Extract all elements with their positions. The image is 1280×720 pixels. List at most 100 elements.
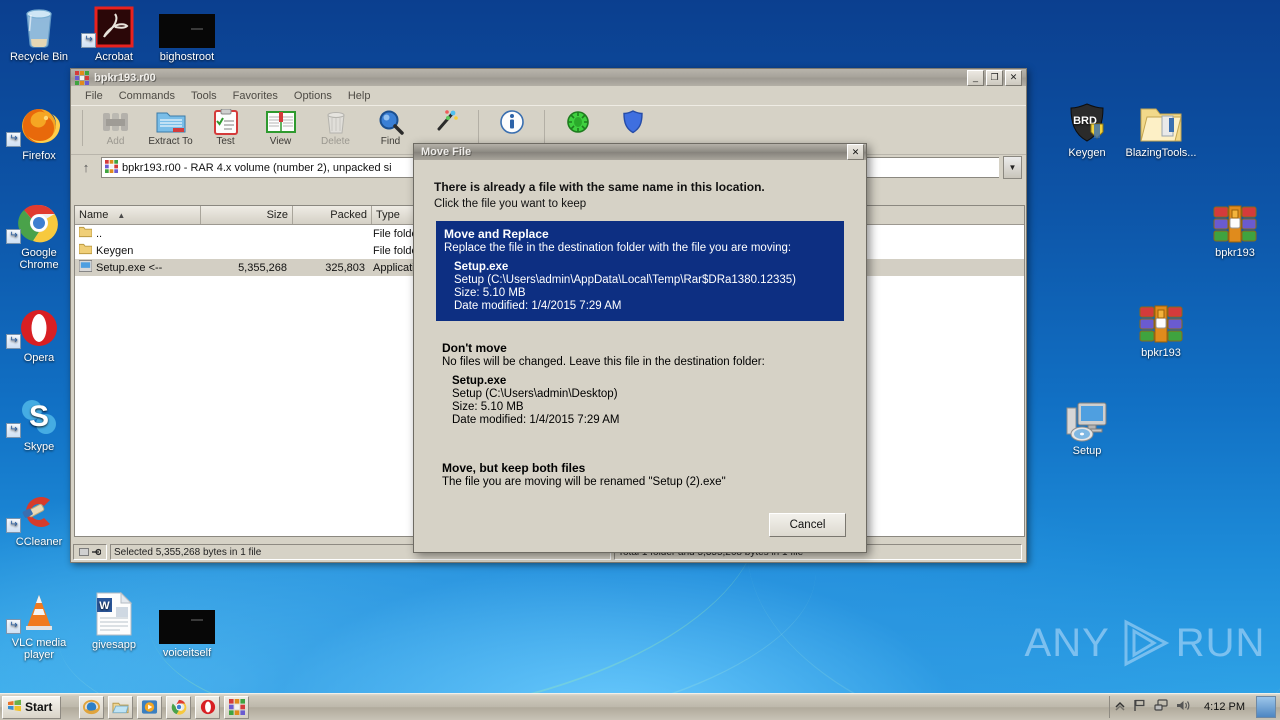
start-button[interactable]: Start	[2, 695, 62, 719]
info-icon	[484, 108, 539, 136]
test-archive-icon	[198, 108, 253, 136]
toolbar-button-protect[interactable]	[605, 106, 660, 136]
option-file-path: Setup (C:\Users\admin\Desktop)	[452, 388, 618, 400]
taskbar-media-player-icon[interactable]	[137, 695, 163, 719]
desktop-icon-givesapp[interactable]: W givesapp	[77, 592, 151, 651]
desktop-icon-label: Setup	[1072, 445, 1102, 457]
desktop-icon-label: Google Chrome	[19, 247, 59, 271]
toolbar-button-add[interactable]: Add	[88, 106, 143, 147]
watermark-right-text: RUN	[1175, 620, 1266, 665]
menu-item-tools[interactable]: Tools	[183, 88, 225, 104]
show-desktop-button[interactable]	[1256, 696, 1276, 718]
shortcut-overlay-icon	[6, 619, 21, 634]
keygen-badge-icon: BRD	[1050, 100, 1124, 144]
desktop-icon-bighostroot[interactable]: bighostroot	[150, 4, 224, 63]
show-hidden-icons-arrow[interactable]	[1114, 700, 1126, 715]
taskbar-windows-explorer-icon[interactable]	[108, 695, 134, 719]
toolbar-label: Add	[106, 136, 125, 147]
desktop-icon-label: VLC media player	[11, 637, 67, 661]
desktop-icon-firefox[interactable]: Firefox	[2, 103, 76, 162]
desktop-icon-recycle-bin[interactable]: Recycle Bin	[2, 4, 76, 63]
menu-item-help[interactable]: Help	[340, 88, 379, 104]
option-dont-move[interactable]: Don't move No files will be changed. Lea…	[434, 335, 846, 435]
shortcut-overlay-icon	[6, 423, 21, 438]
desktop-icon-label: voiceitself	[162, 647, 212, 659]
menu-item-favorites[interactable]: Favorites	[225, 88, 286, 104]
taskbar-opera-icon[interactable]	[195, 695, 221, 719]
toolbar-button-info[interactable]	[484, 106, 539, 136]
winrar-menu-bar[interactable]: File Commands Tools Favorites Options He…	[71, 86, 1026, 105]
winrar-archive-icon	[105, 159, 118, 176]
taskbar-internet-explorer-icon[interactable]	[79, 695, 105, 719]
minimize-button[interactable]: _	[967, 69, 984, 86]
word-document-icon: W	[77, 592, 151, 636]
winrar-archive-icon	[1124, 300, 1198, 344]
desktop-icon-blazingtools[interactable]: BlazingTools...	[1124, 100, 1198, 159]
file-name: Keygen	[96, 244, 134, 257]
option-move-keep-both[interactable]: Move, but keep both files The file you a…	[434, 455, 846, 497]
desktop-icon-bpkr193-b[interactable]: bpkr193	[1124, 300, 1198, 359]
network-icon[interactable]	[1154, 699, 1169, 715]
file-packed: 325,803	[325, 261, 365, 274]
column-header-size[interactable]: Size	[201, 206, 293, 224]
desktop-icon-label: Acrobat	[95, 51, 133, 63]
chrome-icon	[2, 200, 76, 244]
system-tray[interactable]: 4:12 PM	[1109, 696, 1280, 718]
toolbar-button-find[interactable]: Find	[363, 106, 418, 147]
option-file-path: Setup (C:\Users\admin\AppData\Local\Temp…	[454, 274, 796, 286]
desktop-icon-skype[interactable]: S Skype	[2, 394, 76, 453]
option-file-size: Size: 5.10 MB	[452, 401, 524, 413]
maximize-button[interactable]: ❐	[986, 69, 1003, 86]
desktop-icon-keygen[interactable]: BRD Keygen	[1050, 100, 1124, 159]
taskbar-chrome-icon[interactable]	[166, 695, 192, 719]
black-rect-icon	[150, 4, 224, 48]
toolbar-button-extract-to[interactable]: Extract To	[143, 106, 198, 147]
column-header-packed[interactable]: Packed	[293, 206, 372, 224]
shortcut-overlay-icon	[81, 33, 96, 48]
ccleaner-icon	[2, 489, 76, 533]
option-title: Don't move	[442, 341, 507, 355]
menu-item-file[interactable]: File	[77, 88, 111, 104]
desktop-icon-acrobat[interactable]: Acrobat	[77, 4, 151, 63]
shortcut-overlay-icon	[6, 334, 21, 349]
dialog-title-bar[interactable]: Move File ✕	[414, 144, 866, 160]
column-header-name[interactable]: Name ▲	[75, 206, 201, 224]
toolbar-separator	[478, 110, 479, 146]
taskbar-winrar-icon[interactable]	[224, 695, 250, 719]
menu-item-commands[interactable]: Commands	[111, 88, 183, 104]
menu-item-options[interactable]: Options	[286, 88, 340, 104]
desktop-icon-ccleaner[interactable]: CCleaner	[2, 489, 76, 548]
desktop-icon-vlc-media-player[interactable]: VLC media player	[2, 590, 76, 661]
desktop-icon-google-chrome[interactable]: Google Chrome	[2, 200, 76, 271]
option-move-and-replace[interactable]: Move and Replace Replace the file in the…	[436, 221, 844, 321]
close-icon[interactable]: ✕	[847, 144, 864, 160]
desktop-icon-setup[interactable]: Setup	[1050, 398, 1124, 457]
toolbar-button-test[interactable]: Test	[198, 106, 253, 147]
taskbar[interactable]: Start 4:12 PM	[0, 693, 1280, 720]
toolbar-button-view[interactable]: View	[253, 106, 308, 147]
close-button[interactable]: ✕	[1005, 69, 1022, 86]
dialog-title-text: Move File	[421, 146, 472, 158]
cancel-button[interactable]: Cancel	[769, 513, 846, 537]
move-file-dialog[interactable]: Move File ✕ There is already a file with…	[413, 143, 867, 553]
desktop-icon-voiceitself[interactable]: voiceitself	[150, 600, 224, 659]
winrar-title-bar[interactable]: bpkr193.r00 _ ❐ ✕	[71, 69, 1026, 86]
option-description: The file you are moving will be renamed …	[442, 476, 726, 488]
desktop-icon-label: CCleaner	[15, 536, 63, 548]
desktop-icon-bpkr193-a[interactable]: bpkr193	[1198, 200, 1272, 259]
virusscan-icon	[550, 108, 605, 136]
toolbar-label: Find	[380, 136, 401, 147]
network-flag-icon[interactable]	[1133, 699, 1147, 715]
protect-shield-icon	[605, 108, 660, 136]
clock[interactable]: 4:12 PM	[1204, 701, 1245, 713]
volume-icon[interactable]	[1176, 699, 1191, 715]
toolbar-button-delete[interactable]: Delete	[308, 106, 363, 147]
toolbar-button-wizard[interactable]	[418, 106, 473, 136]
up-one-level-button[interactable]: ↑	[75, 158, 97, 178]
toolbar-button-virusscan[interactable]	[550, 106, 605, 136]
option-description: Replace the file in the destination fold…	[444, 242, 792, 254]
find-icon	[363, 108, 418, 136]
desktop-icon-opera[interactable]: Opera	[2, 305, 76, 364]
desktop-icon-label: Skype	[23, 441, 55, 453]
chevron-down-icon[interactable]: ▼	[1003, 156, 1022, 179]
